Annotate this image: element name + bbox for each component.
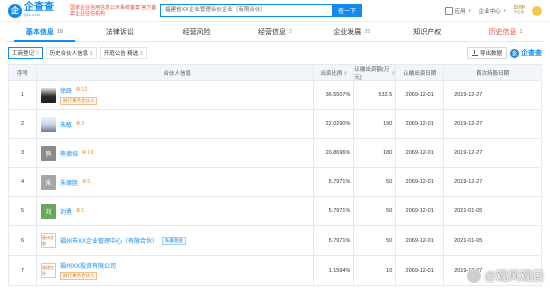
col-header-date: 认缴出资日期 [396,65,445,80]
partner-company-link[interactable]: 福州市XX企业管理中心（有限合伙） [60,236,158,245]
role-tag: 执行事务合伙人 [59,272,98,280]
app-label: 应用 [454,8,466,15]
tab-business-risk[interactable]: 经营风险 [160,22,237,41]
export-button[interactable]: 导出数据 [466,47,507,59]
logo-mark-icon: 企 [8,3,22,18]
tab-basic-info[interactable]: 基本信息 19 [6,22,83,42]
logo-text: 企查查 [24,2,54,14]
subtab-registration[interactable]: 工商登记 7 [8,47,43,59]
enterprise-center-menu[interactable]: 企业中心 ▼ [479,7,507,15]
table-row: 1 徐跃 ꔮ 12 执行事务合伙人 36.5507% 532.5 2069-12-… [9,81,542,110]
tab-ip[interactable]: 知识产权 [390,22,467,41]
col-header-first-date: 首次持股日期 [444,65,542,80]
chevron-down-icon: ▼ [502,8,507,13]
svip-badge[interactable]: SVIP 专业版 [514,6,525,15]
avatar: 熊 [40,145,56,161]
related-companies-icon[interactable]: ꔮ1 [76,208,84,215]
fund-tag: 私募基金 [161,236,186,245]
partner-name-link[interactable]: 刘勇 [60,207,72,216]
tab-business-info[interactable]: 经营信息 2 [237,22,314,41]
sub-navigation: 工商登记 7 历史合伙人信息 1 开庭公告 精选 1 导出数据 企 企查查 [0,45,550,61]
watermark: ◎ @观风观景 [467,267,544,284]
partner-name-link[interactable]: 熊德培 [60,149,78,158]
avatar [40,116,56,132]
partner-name-link[interactable]: 朱敏 [60,120,72,129]
search-button[interactable]: 查一下 [332,4,362,17]
table-row: 2 朱敏 ꔮ3 22.0290% 190 2069-12-01 2019-12-… [9,110,542,139]
tab-development[interactable]: 企业发展 35 [313,22,390,41]
company-logo: 福州金融 [40,233,56,248]
col-header-partner: 合伙人信息 [37,65,315,80]
slogan: 国家企业信用信息公示系统备案 官方备案企业征信机构 [70,4,157,17]
related-companies-icon[interactable]: ꔮ 19 [82,150,93,157]
weibo-icon: ◎ [467,268,482,283]
partners-table: 序号 合伙人信息 出资比例 ▲ ▼ 认缴出资额(万元) ▲ ▼ 认缴出资日期 首次持股日… [8,64,542,286]
role-tag: 执行事务合伙人 [59,96,98,105]
related-companies-icon[interactable]: ꔮ 12 [76,87,87,94]
subtab-court-notices[interactable]: 开庭公告 精选 1 [99,47,147,59]
enterprise-center-label: 企业中心 [478,8,501,15]
subtab-history-partners[interactable]: 历史合伙人信息 1 [45,47,97,59]
table-header: 序号 合伙人信息 出资比例 ▲ ▼ 认缴出资额(万元) ▲ ▼ 认缴出资日期 首次持股日… [9,65,542,81]
col-header-no: 序号 [9,65,37,80]
table-row: 4 朱 朱德胜 ꔮ5 5.7971% 50 2069-12-01 2019-12… [9,168,542,197]
table-row: 7 福建信息 福州XX投资有限公司 执行事务合伙人 1.1594% 10 206… [9,256,542,286]
partner-name-link[interactable]: 朱德胜 [60,178,78,187]
logo-domain: Qcc.com [24,13,40,18]
brand-logo-icon: 企 [510,48,519,58]
avatar: 刘 [40,203,56,219]
tab-lawsuits[interactable]: 法律诉讼 [83,22,160,41]
col-header-amount[interactable]: 认缴出资额(万元) ▲ ▼ [354,65,397,81]
related-companies-icon[interactable]: ꔮ3 [76,121,84,128]
search-input[interactable]: 福建省XX企业管理合伙企业（有限合伙） [160,4,332,17]
search-bar: 福建省XX企业管理合伙企业（有限合伙） 查一下 [160,4,362,17]
site-logo[interactable]: 企 企查查 Qcc.com [8,3,66,18]
download-icon [471,50,478,56]
avatar [40,87,56,103]
header-actions: 应用 ▼ 企业中心 ▼ SVIP 专业版 [444,5,542,16]
user-avatar[interactable] [532,5,542,16]
chevron-down-icon: ▼ [467,8,472,13]
col-header-ratio[interactable]: 出资比例 ▲ ▼ [314,65,355,80]
table-row: 3 熊 熊德培 ꔮ 19 20.8696% 180 2069-12-01 2019… [9,139,542,168]
table-row: 6 福州金融 福州市XX企业管理中心（有限合伙） 私募基金 5.7971% 50… [9,226,542,256]
table-toolbar: 导出数据 企 企查查 [466,47,542,59]
grid-icon [444,6,453,15]
table-row: 5 刘 刘勇 ꔮ1 5.7971% 50 2069-12-01 2021-01-… [9,197,542,226]
partner-company-link[interactable]: 福州XX投资有限公司 [60,261,116,270]
app-menu[interactable]: 应用 ▼ [444,6,472,15]
tab-history[interactable]: 历史信息 1 [467,22,544,41]
partner-name-link[interactable]: 徐跃 [60,86,72,95]
company-logo: 福建信息 [40,263,56,278]
top-header: 企 企查查 Qcc.com 国家企业信用信息公示系统备案 官方备案企业征信机构 … [0,0,550,22]
main-tabs: 基本信息 19 法律诉讼 经营风险 经营信息 2 企业发展 35 知识产权 历史… [6,22,544,42]
brand-mark: 企 企查查 [510,48,542,58]
sort-icon: ▲ ▼ [343,68,348,77]
sort-icon: ▲ ▼ [391,68,396,77]
related-companies-icon[interactable]: ꔮ5 [82,179,90,186]
avatar: 朱 [40,174,56,190]
